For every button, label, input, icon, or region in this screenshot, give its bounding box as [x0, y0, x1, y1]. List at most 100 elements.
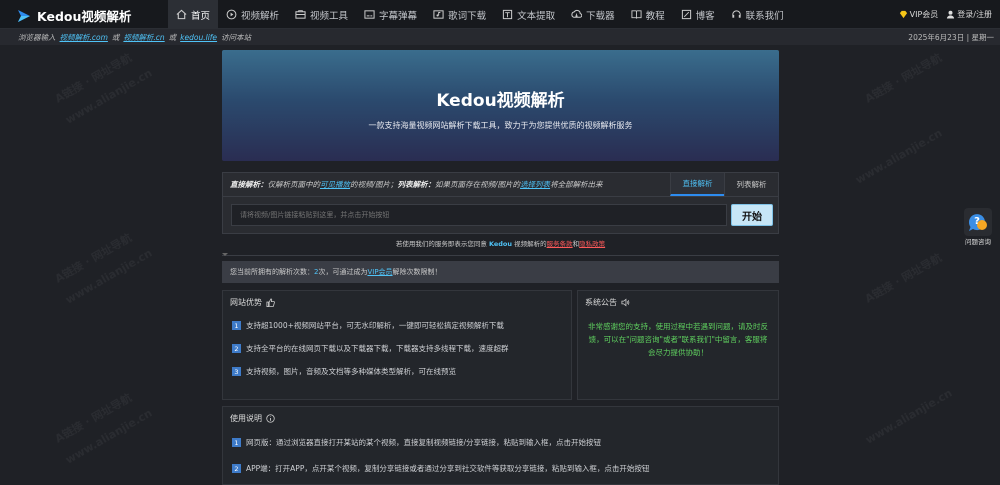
download-icon — [571, 9, 583, 18]
nav-label: 联系我们 — [745, 10, 784, 22]
usage-box: 使用说明 1 网页版：通过浏览器直接打开某站的某个视频，直接复制视频链接/分享链接… — [222, 406, 779, 485]
nav-label: 视频工具 — [310, 10, 349, 22]
advantage-item: 1 支持超1000+视频网站平台，可无水印解析，一键即可轻松搞定视频解析下载 — [223, 320, 571, 331]
advantages-title: 网站优势 — [223, 291, 571, 308]
count-text: 解除次数限制！ — [392, 268, 442, 276]
advantage-text: 支持全平台的在线网页下载以及下载器下载，下载器支持多线程下载，速度超群 — [246, 344, 509, 353]
domain-info-bar: 浏览器输入 视频解析.com 或 视频解析.cn 或 kedou.life 访问… — [0, 29, 1000, 45]
advantages-title-text: 网站优势 — [230, 298, 262, 307]
tab-direct-parse[interactable]: 直接解析 — [670, 173, 724, 196]
direct-parse-label: 直接解析： — [230, 180, 268, 189]
direct-parse-text: 的视频/图片； — [350, 180, 398, 189]
count-text: 您当前所拥有的解析次数： — [230, 268, 314, 276]
login-link[interactable]: 登录/注册 — [946, 9, 992, 20]
question-bubble-icon: ? — [968, 214, 987, 231]
info-circle-icon — [266, 414, 275, 423]
vip-link[interactable]: VIP会员 — [899, 9, 939, 20]
parse-count-bar: 您当前所拥有的解析次数： 2 次，可通过成为 VIP会员 解除次数限制！ — [222, 261, 779, 283]
advantage-text: 支持超1000+视频网站平台，可无水印解析，一键即可轻松搞定视频解析下载 — [246, 321, 504, 330]
parse-panel-header: 直接解析： 仅解析页面中的 可见播放 的视频/图片； 列表解析： 如果页面存在视… — [223, 173, 778, 197]
help-icon-wrap: ? — [964, 208, 992, 236]
advantages-box: 网站优势 1 支持超1000+视频网站平台，可无水印解析，一键即可轻松搞定视频解析… — [222, 290, 572, 400]
main-nav: 首页 视频解析 视频工具 字幕弹幕 歌词下载 文本提取 下载器 教程 博客 联系… — [168, 0, 792, 29]
nav-item-downloader[interactable]: 下载器 — [563, 0, 623, 29]
list-parse-text: 将全部解析出来 — [550, 180, 603, 189]
vip-label: VIP会员 — [909, 10, 939, 19]
watermark-url: www.alianjie.cn — [863, 386, 955, 447]
help-label: 问题咨询 — [965, 238, 991, 246]
user-area: VIP会员 登录/注册 — [899, 0, 992, 29]
nav-item-lyrics[interactable]: 歌词下载 — [425, 0, 494, 29]
announcement-text: 非常感谢您的支持，使用过程中若遇到问题，请及时反馈，可以在"问题咨询"或者"联系… — [588, 322, 768, 357]
nav-item-text-extract[interactable]: 文本提取 — [494, 0, 563, 29]
parse-panel: 直接解析： 仅解析页面中的 可见播放 的视频/图片； 列表解析： 如果页面存在视… — [222, 172, 779, 234]
nav-label: 文本提取 — [517, 10, 556, 22]
nav-label: 歌词下载 — [448, 10, 487, 22]
subtitle-icon — [364, 10, 375, 19]
help-widget[interactable]: ? 问题咨询 — [960, 208, 996, 246]
start-button[interactable]: 开始 — [731, 204, 773, 226]
nav-label: 博客 — [695, 10, 715, 22]
nav-label: 首页 — [191, 10, 211, 22]
home-icon — [176, 9, 187, 20]
notice-text: 视频解析的 — [514, 240, 547, 248]
top-navbar: Kedou视频解析 首页 视频解析 视频工具 字幕弹幕 歌词下载 文本提取 下载… — [0, 0, 1000, 29]
announcement-title-text: 系统公告 — [585, 298, 617, 307]
advantage-item: 2 支持全平台的在线网页下载以及下载器下载，下载器支持多线程下载，速度超群 — [223, 343, 571, 354]
watermark-url: www.alianjie.cn — [63, 66, 155, 127]
advantage-text: 支持视频，图片，音频及文档等多种媒体类型解析，可在线预览 — [246, 367, 456, 376]
hero-banner: Kedou视频解析 一款支持海量视频网站解析下载工具，致力于为您提供优质的视频解… — [222, 50, 779, 161]
item-number-badge: 1 — [232, 438, 241, 447]
list-parse-label: 列表解析： — [397, 180, 436, 189]
direct-parse-highlight: 可见播放 — [320, 180, 350, 189]
nav-item-video-parse[interactable]: 视频解析 — [218, 0, 287, 29]
terms-link[interactable]: 服务条款 — [547, 240, 573, 248]
nav-item-home[interactable]: 首页 — [168, 0, 219, 29]
site-logo[interactable]: Kedou视频解析 — [16, 6, 131, 25]
domain-link[interactable]: kedou.life — [180, 33, 217, 42]
usage-title: 使用说明 — [223, 407, 778, 424]
speaker-icon — [621, 298, 630, 307]
lyrics-icon — [433, 10, 444, 19]
vip-member-link[interactable]: VIP会员 — [367, 267, 392, 277]
tab-list-parse[interactable]: 列表解析 — [724, 173, 778, 196]
usage-title-text: 使用说明 — [230, 414, 262, 423]
nav-item-tutorial[interactable]: 教程 — [623, 0, 673, 29]
nav-item-subtitles[interactable]: 字幕弹幕 — [356, 0, 425, 29]
notice-brand: Kedou — [488, 240, 513, 248]
usage-text: 网页版：通过浏览器直接打开某站的某个视频，直接复制视频链接/分享链接，粘贴到输入… — [246, 438, 602, 447]
video-icon — [226, 9, 237, 20]
nav-label: 视频解析 — [241, 10, 280, 22]
hero-subtitle: 一款支持海量视频网站解析下载工具，致力于为您提供优质的视频解析服务 — [368, 121, 633, 130]
diamond-icon — [899, 10, 907, 19]
announcement-box: 系统公告 非常感谢您的支持，使用过程中若遇到问题，请及时反馈，可以在"问题咨询"… — [577, 290, 779, 400]
watermark-text: A链接 · 网址导航 — [52, 231, 135, 286]
thumbs-up-icon — [266, 298, 275, 307]
nav-item-video-tools[interactable]: 视频工具 — [287, 0, 356, 29]
subbar-suffix: 访问本站 — [221, 32, 252, 42]
login-label: 登录/注册 — [957, 10, 992, 19]
count-text: 次，可通过成为 — [318, 268, 368, 276]
divider — [222, 253, 779, 256]
item-number-badge: 1 — [232, 321, 241, 330]
url-input[interactable] — [231, 204, 727, 226]
watermark-text: A链接 · 网址导航 — [862, 51, 945, 106]
headset-icon — [731, 10, 741, 18]
domain-link[interactable]: 视频解析.com — [60, 32, 108, 43]
usage-item: 1 网页版：通过浏览器直接打开某站的某个视频，直接复制视频链接/分享链接，粘贴到输… — [223, 437, 778, 448]
toolbox-icon — [295, 10, 306, 19]
blog-icon — [681, 9, 691, 20]
domain-link[interactable]: 视频解析.cn — [123, 32, 164, 43]
watermark-url: www.alianjie.cn — [63, 246, 155, 307]
privacy-link[interactable]: 隐私政策 — [579, 240, 605, 248]
watermark-url: www.alianjie.cn — [63, 406, 155, 467]
usage-text: APP端：打开APP，点开某个视频，复制分享链接或者通过分享到社交软件等获取分享… — [246, 464, 650, 473]
watermark-url: www.alianjie.cn — [853, 126, 945, 187]
nav-item-blog[interactable]: 博客 — [673, 0, 723, 29]
svg-text:?: ? — [974, 216, 980, 227]
nav-label: 下载器 — [586, 10, 615, 22]
announcement-title: 系统公告 — [578, 291, 778, 308]
nav-item-contact[interactable]: 联系我们 — [723, 0, 792, 29]
direct-parse-text: 仅解析页面中的 — [267, 180, 321, 189]
logo-text: Kedou视频解析 — [37, 9, 132, 24]
